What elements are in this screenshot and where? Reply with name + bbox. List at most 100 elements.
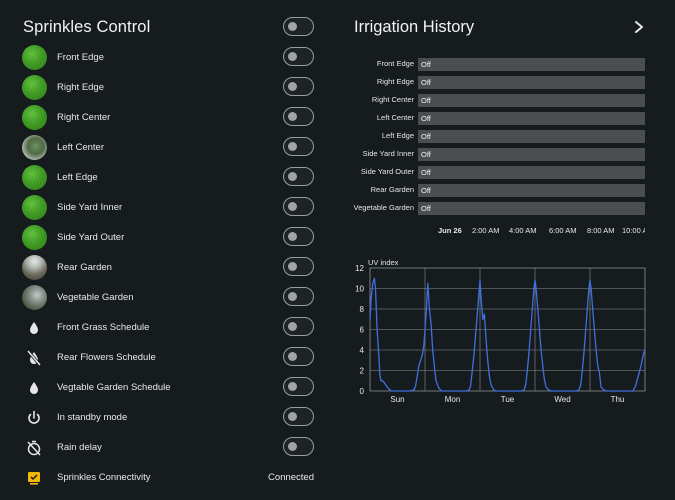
- timeline-state-bar[interactable]: Off: [418, 148, 645, 161]
- uv-data-point: [533, 287, 535, 290]
- entity-row[interactable]: Rain delay: [10, 433, 328, 463]
- uv-data-point: [600, 386, 602, 388]
- uv-data-point: [415, 385, 417, 387]
- entity-label: Vegtable Garden Schedule: [57, 382, 171, 393]
- toggle-knob: [288, 291, 297, 301]
- entity-toggle[interactable]: [283, 227, 314, 246]
- timeline-state-bar[interactable]: Off: [418, 58, 645, 71]
- entity-toggle[interactable]: [283, 107, 314, 126]
- uv-data-point: [430, 323, 432, 325]
- entity-row[interactable]: Sprinkles Connectivity Connected: [10, 463, 328, 493]
- toggle-knob: [288, 111, 297, 121]
- entity-row[interactable]: Rear Flowers Schedule: [10, 343, 328, 373]
- uv-data-point: [480, 298, 482, 300]
- uv-data-point: [490, 384, 492, 386]
- uv-data-point: [592, 308, 594, 310]
- uv-data-point: [428, 308, 430, 310]
- timeline-state: Off: [421, 96, 431, 105]
- entity-toggle[interactable]: [283, 377, 314, 396]
- timeline-tick-label: Jun 26: [438, 226, 462, 235]
- uv-data-point: [550, 390, 553, 392]
- entity-row[interactable]: Side Yard Outer: [10, 223, 328, 253]
- uv-data-point: [593, 328, 595, 331]
- entity-row[interactable]: Vegtable Garden Schedule: [10, 373, 328, 403]
- uv-data-point: [640, 364, 642, 366]
- timer-off-icon: [24, 438, 44, 458]
- uv-data-point: [525, 384, 527, 386]
- timeline-label: Side Yard Outer: [360, 167, 414, 176]
- uv-data-point: [603, 389, 605, 391]
- garden-photo-avatar: [22, 285, 47, 310]
- x-tick-label: Thu: [611, 395, 625, 404]
- entity-row[interactable]: Left Edge: [10, 163, 328, 193]
- uv-data-point: [370, 298, 372, 300]
- toggle-knob: [288, 261, 297, 271]
- toggle-knob: [288, 411, 297, 421]
- timeline-state: Off: [421, 150, 431, 159]
- entity-toggle[interactable]: [283, 167, 314, 186]
- timeline-state-bar[interactable]: Off: [418, 166, 645, 179]
- entity-toggle[interactable]: [283, 77, 314, 96]
- uv-data-point: [605, 390, 608, 392]
- entity-row[interactable]: Left Center: [10, 133, 328, 163]
- timeline-row: Side Yard Outer Off: [343, 166, 675, 180]
- entity-toggle[interactable]: [283, 347, 314, 366]
- timeline-label: Left Edge: [381, 131, 414, 140]
- entity-toggle[interactable]: [283, 287, 314, 306]
- entity-toggle[interactable]: [283, 317, 314, 336]
- timeline-state-bar[interactable]: Off: [418, 94, 645, 107]
- uv-data-point: [423, 344, 425, 346]
- entity-row[interactable]: Front Edge: [10, 43, 328, 73]
- entity-toggle[interactable]: [283, 257, 314, 276]
- timeline-state-bar[interactable]: Off: [418, 112, 645, 125]
- timeline-state-bar[interactable]: Off: [418, 76, 645, 89]
- uv-data-point: [438, 387, 440, 389]
- entity-row[interactable]: Side Yard Inner: [10, 193, 328, 223]
- uv-data-point: [420, 359, 422, 361]
- chevron-right-icon[interactable]: [632, 19, 646, 35]
- timeline-row: Side Yard Inner Off: [343, 148, 675, 162]
- uv-data-point: [435, 380, 437, 382]
- toggle-knob: [288, 351, 297, 361]
- power-icon: [24, 408, 44, 428]
- entity-label: Rear Garden: [57, 262, 112, 273]
- y-tick-label: 10: [355, 285, 364, 294]
- toggle-knob: [288, 231, 297, 241]
- timeline-state-bar[interactable]: Off: [418, 202, 645, 215]
- sprinkles-control-card: Sprinkles Control Front Edge Right Edge Ri…: [10, 6, 328, 496]
- uv-data-point: [637, 375, 639, 377]
- entity-label: Side Yard Outer: [57, 232, 125, 243]
- uv-data-point: [523, 389, 525, 391]
- uv-data-point: [369, 318, 371, 320]
- uv-data-point: [471, 369, 473, 372]
- master-toggle[interactable]: [283, 17, 314, 36]
- uv-data-point: [376, 328, 378, 331]
- timeline-state-bar[interactable]: Off: [418, 130, 645, 143]
- timeline-state: Off: [421, 132, 431, 141]
- timeline-tick-label: 10:00 AM: [622, 226, 645, 235]
- entity-row[interactable]: Right Edge: [10, 73, 328, 103]
- entity-toggle[interactable]: [283, 137, 314, 156]
- entity-row[interactable]: Vegetable Garden: [10, 283, 328, 313]
- uv-series-line: [369, 277, 646, 392]
- grass-avatar: [22, 75, 47, 100]
- entity-toggle[interactable]: [283, 47, 314, 66]
- entity-toggle[interactable]: [283, 437, 314, 456]
- uv-data-point: [598, 371, 600, 374]
- entity-label: Side Yard Inner: [57, 202, 123, 213]
- uv-data-point: [535, 287, 537, 290]
- uv-data-point: [581, 369, 583, 372]
- uv-data-point: [538, 328, 540, 331]
- water-drop-icon: [24, 318, 44, 338]
- entity-row[interactable]: In standby mode: [10, 403, 328, 433]
- entity-toggle[interactable]: [283, 197, 314, 216]
- timeline-tick-label: 8:00 AM: [587, 226, 615, 235]
- timeline-row: Right Edge Off: [343, 76, 675, 90]
- timeline-state-bar[interactable]: Off: [418, 184, 645, 197]
- entity-toggle[interactable]: [283, 407, 314, 426]
- entity-row[interactable]: Rear Garden: [10, 253, 328, 283]
- grass-avatar: [22, 105, 47, 130]
- entity-row[interactable]: Right Center: [10, 103, 328, 133]
- entity-row[interactable]: Front Grass Schedule: [10, 313, 328, 343]
- uv-data-point: [585, 330, 587, 333]
